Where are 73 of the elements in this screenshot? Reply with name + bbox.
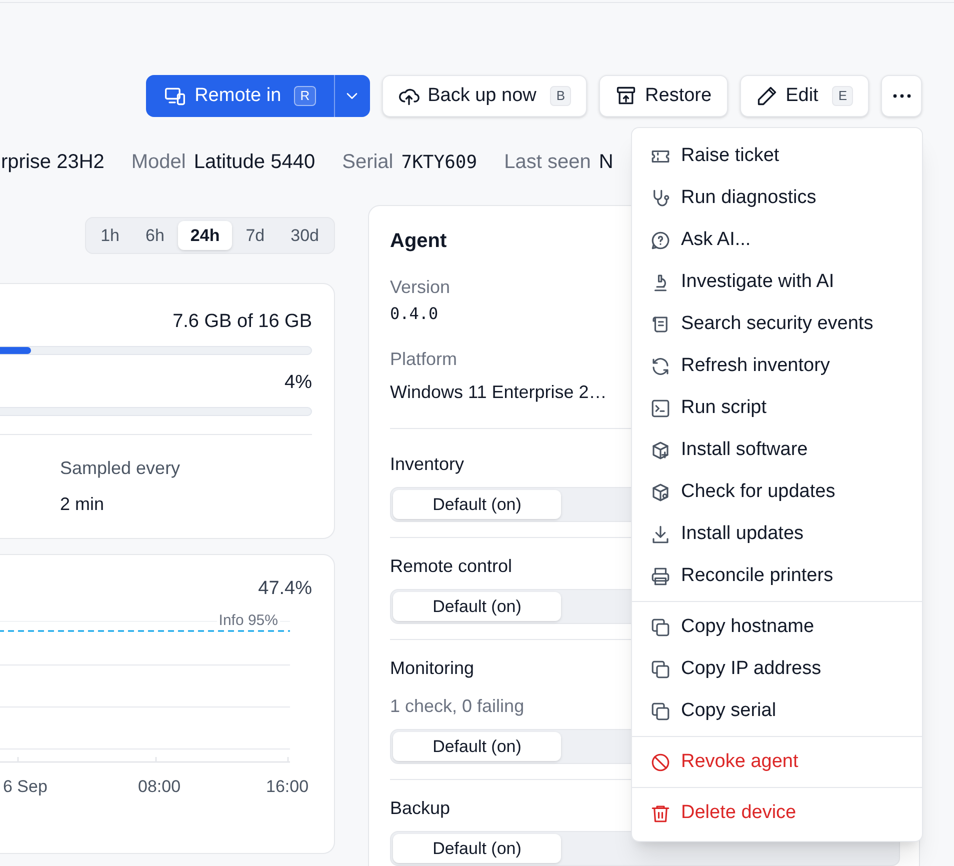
section-title: Backup	[390, 797, 450, 820]
time-range-tab[interactable]: 24h	[178, 221, 232, 250]
help-bubble-icon	[650, 230, 671, 250]
shortcut-key: B	[550, 86, 572, 106]
threshold-label: Info 95%	[216, 613, 280, 628]
axis-label: 6 Sep	[3, 776, 48, 798]
copy-icon	[650, 700, 671, 722]
card-title: Agent	[390, 229, 447, 254]
axis-label: 16:00	[266, 776, 309, 798]
shortcut-key: R	[294, 86, 316, 106]
copy-icon	[650, 616, 671, 638]
meta-label: Last seen	[504, 150, 591, 175]
meter-reading: 4%	[284, 371, 312, 395]
menu-item[interactable]: Check for updates	[632, 471, 922, 513]
section-title: Inventory	[390, 453, 464, 476]
meta-value: N	[598, 150, 614, 175]
menu-item[interactable]: Raise ticket	[632, 135, 922, 177]
menu-item[interactable]: Refresh inventory	[632, 345, 922, 387]
time-range-tab[interactable]: 7d	[234, 221, 277, 250]
segment-option[interactable]: Default (on)	[393, 592, 561, 621]
toolbar-button[interactable]: Restore	[599, 75, 728, 117]
printer-icon	[650, 566, 671, 586]
section-note: 1 check, 0 failing	[390, 695, 524, 718]
refresh-icon	[650, 356, 671, 376]
meta-label: Serial	[342, 150, 394, 175]
package-search-icon	[650, 482, 671, 502]
field-label: Version	[390, 276, 450, 299]
menu-item[interactable]: Install software	[632, 429, 922, 471]
menu-item[interactable]: Install updates	[632, 513, 922, 555]
menu-item[interactable]: Run script	[632, 387, 922, 429]
archive-icon	[615, 85, 638, 107]
time-range-tab[interactable]: 30d	[278, 221, 331, 250]
package-plus-icon	[650, 440, 671, 460]
menu-item[interactable]: Copy serial	[632, 690, 922, 732]
segment-option[interactable]: Default (on)	[393, 732, 561, 761]
menu-item[interactable]: Copy IP address	[632, 648, 922, 690]
menu-item[interactable]: Delete device	[632, 792, 922, 834]
section-title: Remote control	[390, 555, 512, 578]
chart-reading: 47.4%	[258, 577, 312, 601]
shortcut-key: E	[832, 86, 853, 106]
time-range-tab[interactable]: 6h	[133, 221, 176, 250]
pencil-icon	[756, 85, 778, 107]
menu-item[interactable]: Run diagnostics	[632, 177, 922, 219]
terminal-icon	[650, 398, 671, 418]
axis-label: 08:00	[138, 776, 181, 798]
meta-value: 7KTY609	[401, 151, 478, 175]
stat-label: Sampled every	[60, 457, 182, 480]
menu-item[interactable]: Reconcile printers	[632, 555, 922, 597]
segment-option[interactable]: Default (on)	[393, 490, 561, 519]
field-value: Windows 11 Enterprise 2…	[390, 381, 607, 404]
segment-option[interactable]: Default (on)	[393, 834, 561, 863]
meta-label: Model	[131, 150, 186, 175]
toolbar-button[interactable]: Back up now B	[382, 75, 588, 117]
more-icon	[892, 94, 910, 98]
meter-reading: 7.6 GB of 16 GB	[172, 310, 312, 334]
field-label: Platform	[390, 348, 458, 371]
menu-item[interactable]: Revoke agent	[632, 741, 922, 783]
download-icon	[650, 524, 671, 544]
menu-item[interactable]: Ask AI...	[632, 219, 922, 261]
menu-item[interactable]: Investigate with AI	[632, 261, 922, 303]
section-title: Monitoring	[390, 657, 474, 680]
stat-value: 2 min	[60, 493, 106, 516]
time-range-tab[interactable]: 1h	[88, 221, 132, 250]
menu-item[interactable]: Search security events	[632, 303, 922, 345]
trash-icon	[650, 802, 671, 824]
copy-icon	[650, 658, 671, 680]
ban-icon	[650, 752, 671, 772]
menu-item[interactable]: Copy hostname	[632, 606, 922, 648]
meta-value: rprise 23H2	[1, 150, 104, 175]
field-value: 0.4.0	[390, 303, 438, 325]
meta-value: Latitude 5440	[194, 150, 316, 175]
toolbar-button[interactable]: Edit E	[740, 75, 869, 117]
monitor-icon	[164, 85, 186, 107]
